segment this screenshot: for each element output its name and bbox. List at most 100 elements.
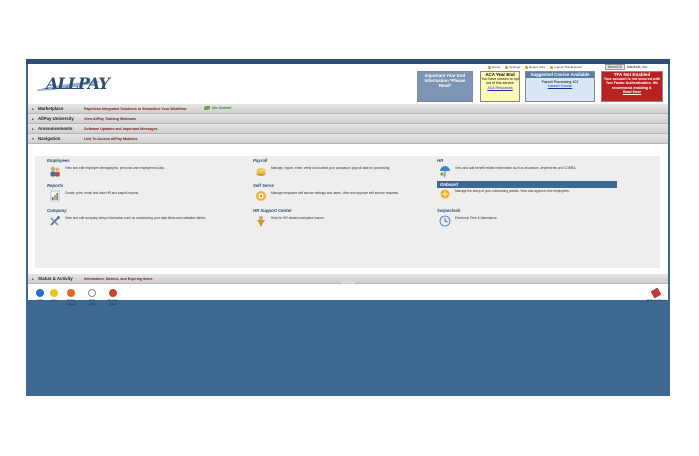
tfa-body: Your account is not secured with Two Fac… — [603, 77, 661, 90]
leaf-icon — [204, 105, 210, 110]
aca-box: ACA Year End You have chosen to opt out … — [480, 71, 520, 102]
chevron-right-icon: ► — [31, 116, 35, 121]
toplink-home[interactable]: Home — [488, 65, 500, 69]
tfa-link[interactable]: Read More — [623, 90, 641, 94]
bar-desc: Software Updates and Important Messages — [84, 126, 158, 131]
hr-support-icon — [257, 216, 265, 227]
module-payroll[interactable]: Payroll Manage, import, enter, verify an… — [253, 158, 433, 182]
bar-desc: Link To Access AllPay Modules — [84, 136, 138, 141]
module-desc: Electronic Time & Attendance. — [455, 216, 498, 220]
bar-title: Marketplace — [38, 106, 64, 111]
module-hr[interactable]: HR View and add benefit related informat… — [437, 158, 617, 182]
module-reports[interactable]: Reports Create, print, email and view HR… — [47, 183, 227, 207]
module-desc: Manage employee self service settings an… — [271, 191, 399, 195]
lookup-icon — [88, 289, 96, 297]
navigation-panel: Employees View and edit employee demogra… — [35, 156, 660, 268]
bar-title: AllPay University — [38, 116, 74, 121]
module-name[interactable]: Onboard — [437, 181, 617, 188]
bar-title: Navigation — [38, 136, 61, 141]
refer-icon — [650, 287, 662, 299]
tool-label: Remote Assist — [108, 298, 118, 306]
payroll-icon — [256, 168, 266, 176]
module-name[interactable]: Swipeclock — [437, 208, 460, 213]
module-desc: Help for HR-related workplace issues. — [271, 216, 325, 220]
course-box: Suggested Course Available Payroll Proce… — [525, 71, 595, 102]
company-selector[interactable]: DemoCB Interlude, Inc. — [604, 64, 648, 70]
bar-title: Announcements — [38, 126, 73, 131]
module-selfserve[interactable]: Self Serve Manage employee self service … — [253, 183, 433, 207]
allpay-logo[interactable]: ALLPAY — [36, 72, 110, 96]
module-company[interactable]: Company View and edit company setup info… — [47, 208, 227, 232]
module-name[interactable]: Company — [47, 208, 67, 213]
settings-icon — [505, 65, 509, 69]
aca-link[interactable]: ACA Resources — [487, 86, 512, 90]
module-name[interactable]: HR Support Center — [253, 208, 292, 213]
header: Home Settings Report Jobs Logout ThackHo… — [28, 64, 668, 104]
module-name[interactable]: Employees — [47, 158, 70, 163]
idea-icon — [50, 289, 58, 297]
reports-icon — [50, 190, 60, 202]
module-desc: Manage, import, enter, verify and submit… — [271, 166, 391, 170]
report-icon — [525, 65, 529, 69]
chevron-down-icon: ▼ — [31, 136, 35, 141]
top-links: Home Settings Report Jobs Logout ThackHo… — [488, 64, 582, 70]
tool-label: Entry Lookup — [87, 298, 97, 306]
copyright-text: © 1999-2015 Money Payroll Services, Inc. — [321, 285, 375, 289]
module-employees[interactable]: Employees View and edit employee demogra… — [47, 158, 227, 182]
year-end-info-box[interactable]: Important Year End Information *Please R… — [417, 71, 473, 102]
toplink-reports[interactable]: Report Jobs — [525, 65, 545, 69]
bar-marketplace[interactable]: ► Marketplace Paperless Integrated Solut… — [28, 104, 668, 114]
remote-assist-icon — [109, 289, 117, 297]
support-icon — [67, 289, 75, 297]
tools-icon — [50, 216, 60, 226]
tfa-box: TFA Not Enabled Your account is not secu… — [601, 71, 663, 102]
module-onboard[interactable]: Onboard Manage the setup of your onboard… — [437, 181, 617, 205]
module-name[interactable]: Payroll — [253, 158, 267, 163]
bar-desc: Information, Metrics, and Expiring Items — [84, 276, 153, 281]
refer-friend[interactable]: Refer a Friend — [646, 287, 666, 302]
company-name: Interlude, Inc. — [626, 65, 648, 69]
tool-label: Idea — [51, 298, 57, 302]
aca-body: You have chosen to opt out of this servi… — [481, 77, 519, 86]
course-title: Suggested Course Available — [526, 72, 594, 78]
module-hrsupport[interactable]: HR Support Center Help for HR-related wo… — [253, 208, 433, 232]
toplink-logout[interactable]: Logout ThackHome2 — [550, 65, 582, 69]
tool-label: Online Support — [66, 298, 76, 306]
bar-desc: Paperless Integrated Solutions to Stream… — [84, 106, 187, 111]
module-name[interactable]: Self Serve — [253, 183, 274, 188]
year-end-info-text: Important Year End Information *Please R… — [424, 73, 466, 88]
footer: Server 102 © 1999-2015 Money Payroll Ser… — [26, 281, 670, 289]
module-name[interactable]: Reports — [47, 183, 63, 188]
module-desc: View and add benefit related information… — [455, 166, 577, 170]
clock-icon — [439, 215, 451, 227]
course-link[interactable]: Launch Course — [548, 84, 572, 88]
onboard-icon — [440, 189, 450, 199]
chevron-right-icon: ► — [31, 276, 35, 281]
tool-remote-assist[interactable]: Remote Assist — [105, 289, 121, 306]
module-desc: View and edit company setup information … — [65, 216, 207, 220]
main-content: ► Marketplace Paperless Integrated Solut… — [28, 104, 668, 306]
tool-entry-lookup[interactable]: Entry Lookup — [84, 289, 100, 306]
refer-label: Refer a Friend — [647, 298, 665, 302]
module-swipeclock[interactable]: Swipeclock Electronic Time & Attendance. — [437, 208, 617, 232]
bar-navigation[interactable]: ▼ Navigation Link To Access AllPay Modul… — [28, 134, 668, 144]
home-icon — [488, 65, 492, 69]
module-name[interactable]: HR — [437, 158, 443, 163]
tool-online-support[interactable]: Online Support — [63, 289, 79, 306]
bar-desc: View AllPay Training Webinars — [84, 116, 137, 121]
go-green-badge[interactable]: Go Green! — [204, 105, 232, 110]
module-desc: Manage the setup of your onboarding port… — [455, 189, 570, 193]
bar-announcements[interactable]: ► Announcements Software Updates and Imp… — [28, 124, 668, 134]
company-code[interactable]: DemoCB — [604, 64, 625, 70]
module-desc: View and edit employee demographic, pers… — [65, 166, 165, 170]
module-desc: Create, print, email and view HR and pay… — [65, 191, 140, 195]
logo-text: ALLPAY — [46, 74, 110, 93]
employees-icon — [50, 166, 60, 177]
help-icon — [36, 289, 44, 297]
bar-university[interactable]: ► AllPay University View AllPay Training… — [28, 114, 668, 124]
toplink-settings[interactable]: Settings — [505, 65, 520, 69]
chevron-right-icon: ► — [31, 106, 35, 111]
tool-idea[interactable]: Idea — [46, 289, 62, 302]
logout-icon — [550, 65, 554, 69]
umbrella-icon — [440, 166, 450, 177]
